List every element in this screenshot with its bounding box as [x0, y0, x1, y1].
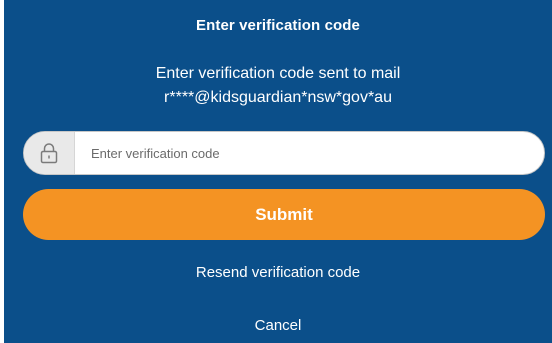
- instruction-text: Enter verification code sent to mail: [155, 65, 401, 82]
- submit-button[interactable]: Submit: [23, 189, 545, 240]
- masked-email: r****@kidsguardian*nsw*gov*au: [164, 89, 392, 106]
- verification-dialog: Enter verification code Enter verificati…: [4, 0, 552, 343]
- dialog-title: Enter verification code: [195, 17, 360, 34]
- verification-code-input[interactable]: [75, 132, 544, 174]
- resend-code-link[interactable]: Resend verification code: [4, 264, 552, 281]
- dialog-instructions: Enter verification code sent to mail r**…: [4, 62, 552, 110]
- cancel-link[interactable]: Cancel: [4, 317, 552, 334]
- lock-icon: [24, 132, 75, 174]
- verification-code-field[interactable]: [23, 131, 545, 175]
